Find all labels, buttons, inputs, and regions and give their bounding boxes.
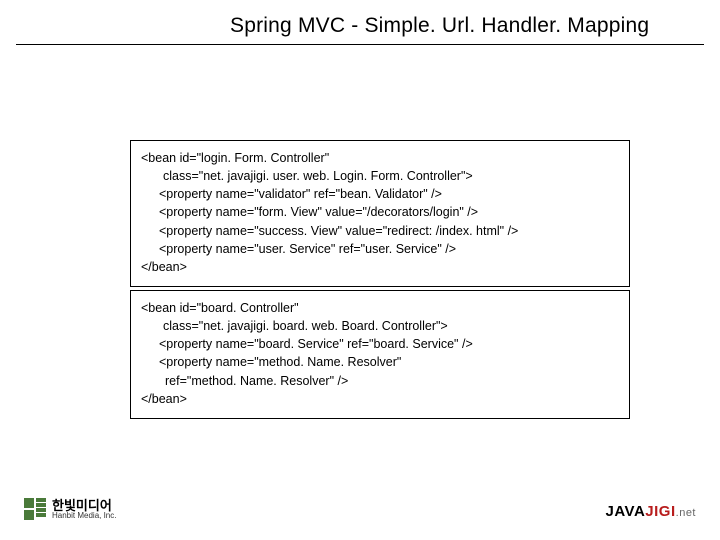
code-line: <bean id="board. Controller" (141, 301, 299, 315)
code-block-login-controller: <bean id="login. Form. Controller" class… (130, 140, 630, 287)
code-line: <bean id="login. Form. Controller" (141, 151, 329, 165)
title-underline (16, 44, 704, 45)
javajigi-jigi: JIGI (645, 503, 675, 520)
code-line: ref="method. Name. Resolver" /> (141, 372, 619, 390)
code-line: class="net. javajigi. user. web. Login. … (141, 167, 619, 185)
code-line: <property name="method. Name. Resolver" (141, 353, 619, 371)
javajigi-java: JAVA (605, 503, 645, 520)
code-line: </bean> (141, 260, 187, 274)
footer-right-logo: JAVAJIGI.net (605, 503, 696, 520)
code-line: <property name="board. Service" ref="boa… (141, 335, 619, 353)
code-line: </bean> (141, 392, 187, 406)
hanbit-main: 한빛미디어 (52, 499, 116, 512)
javajigi-net: .net (676, 507, 696, 519)
code-line: <property name="success. View" value="re… (141, 222, 619, 240)
slide-title: Spring MVC - Simple. Url. Handler. Mappi… (230, 14, 700, 38)
code-line: class="net. javajigi. board. web. Board.… (141, 317, 619, 335)
hanbit-logo-icon (24, 498, 46, 520)
code-line: <property name="validator" ref="bean. Va… (141, 185, 619, 203)
hanbit-text: 한빛미디어 Hanbit Media, Inc. (52, 499, 116, 520)
code-line: <property name="form. View" value="/deco… (141, 203, 619, 221)
footer-left-logo: 한빛미디어 Hanbit Media, Inc. (24, 498, 116, 520)
code-block-board-controller: <bean id="board. Controller" class="net.… (130, 290, 630, 419)
code-line: <property name="user. Service" ref="user… (141, 240, 619, 258)
hanbit-sub: Hanbit Media, Inc. (52, 512, 116, 520)
